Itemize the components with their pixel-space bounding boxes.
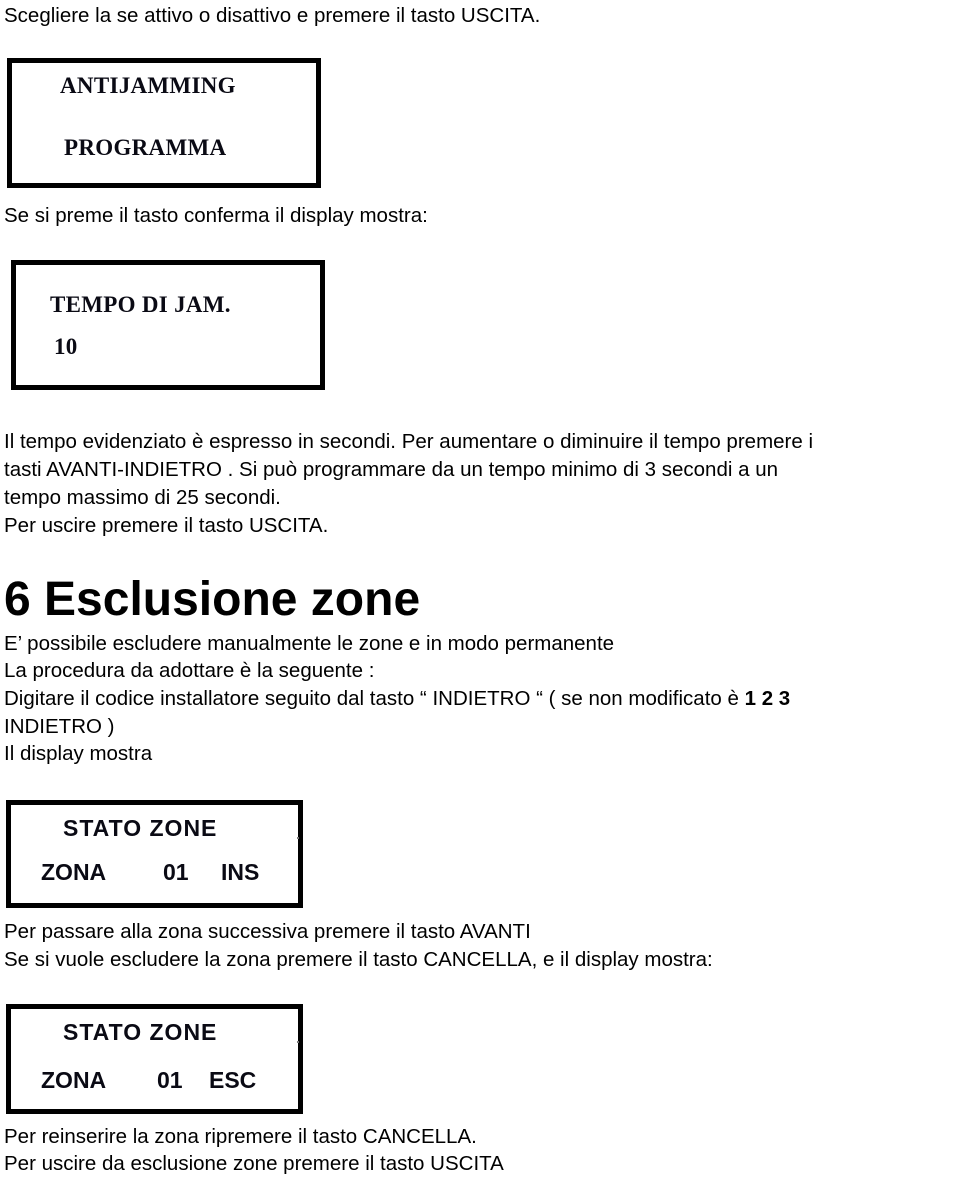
display-line-2: PROGRAMMA: [64, 135, 227, 160]
code-line: Digitare il codice installatore seguito …: [4, 685, 790, 713]
instruction-line: Per passare alla zona successiva premere…: [4, 920, 531, 943]
intro-text: Scegliere la se attivo o disattivo e pre…: [4, 4, 541, 27]
instruction-line: Se si vuole escludere la zona premere il…: [4, 948, 713, 971]
display-speck: [297, 837, 299, 839]
display-zone-label: ZONA: [41, 859, 107, 885]
section-line: E’ possibile escludere manualmente le zo…: [4, 632, 615, 655]
display-intro-line: Il display mostra: [4, 742, 153, 765]
display-zone-status: ESC: [209, 1067, 257, 1093]
display-line-1: TEMPO DI JAM.: [50, 292, 231, 317]
display-line-1: ANTIJAMMING: [60, 73, 236, 98]
default-code: 1 2 3: [744, 687, 791, 710]
closing-line: Per reinserire la zona ripremere il tast…: [4, 1125, 477, 1148]
display-zone-label: ZONA: [41, 1067, 107, 1093]
closing-line: Per uscire da esclusione zone premere il…: [4, 1152, 504, 1175]
display-value: 10: [54, 334, 78, 359]
display-speck: [297, 1041, 299, 1043]
paragraph-line: tasti AVANTI-INDIETRO . Si può programma…: [4, 458, 779, 481]
code-line-text: Digitare il codice installatore seguito …: [4, 687, 745, 710]
paragraph-line: Per uscire premere il tasto USCITA.: [4, 514, 329, 537]
display-zone-number: 01: [157, 1067, 183, 1093]
confirm-text: Se si preme il tasto conferma il display…: [4, 204, 428, 227]
code-line-continuation: INDIETRO ): [4, 715, 115, 738]
display-stato-zone-esc: STATO ZONE ZONA 01 ESC: [6, 1004, 303, 1114]
paragraph-line: tempo massimo di 25 secondi.: [4, 486, 281, 509]
section-line: La procedura da adottare è la seguente :: [4, 659, 375, 682]
paragraph-line: Il tempo evidenziato è espresso in secon…: [4, 430, 814, 453]
display-zone-number: 01: [163, 859, 189, 885]
display-title: STATO ZONE: [63, 1019, 218, 1045]
section-heading: 6 Esclusione zone: [4, 573, 421, 626]
display-zone-status: INS: [221, 859, 260, 885]
display-title: STATO ZONE: [63, 815, 218, 841]
display-tempo: TEMPO DI JAM. 10: [11, 260, 325, 390]
display-antijamming: ANTIJAMMING PROGRAMMA: [7, 58, 321, 188]
display-stato-zone-ins: STATO ZONE ZONA 01 INS: [6, 800, 303, 908]
